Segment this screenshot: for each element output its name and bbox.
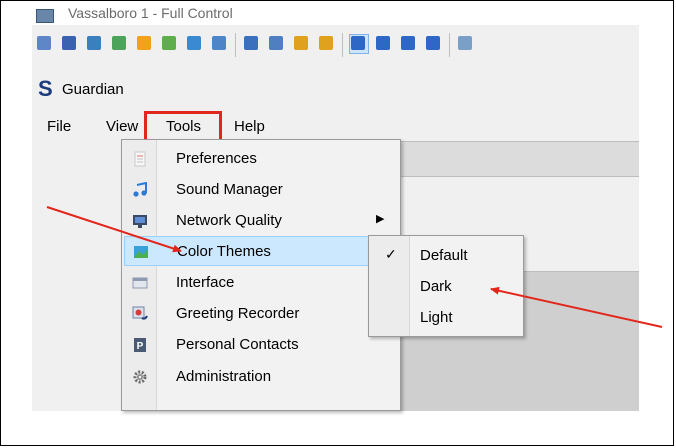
annotation-arrow [46,206,182,253]
annotation-arrow [490,286,663,328]
screenshot-frame: Vassalboro 1 - Full Control S Guardian F… [0,0,674,446]
annotation-layer [46,206,663,328]
